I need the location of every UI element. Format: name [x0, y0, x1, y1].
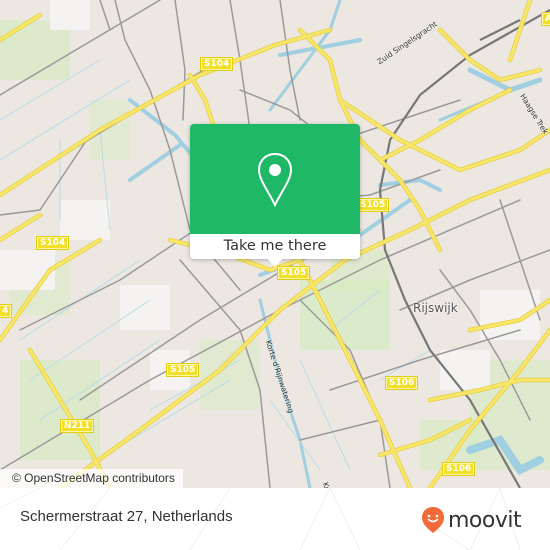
road-shield-s105: S105: [166, 363, 200, 377]
location-pin-icon: [257, 152, 293, 208]
road-shield-a-partial: A: [541, 12, 550, 26]
road-shield-s104-partial: 4: [0, 304, 13, 318]
osm-attribution[interactable]: © OpenStreetMap contributors: [0, 469, 183, 488]
take-me-there-popup[interactable]: Take me there: [190, 124, 360, 267]
take-me-there-button[interactable]: Take me there: [190, 234, 360, 259]
road-shield-s106: S106: [442, 462, 476, 476]
road-shield-s106: S106: [385, 376, 419, 390]
popup-header[interactable]: [190, 124, 360, 234]
place-label-rijswijk: Rijswijk: [413, 301, 458, 315]
road-shield-s104: S104: [36, 236, 70, 250]
road-shield-s105: S105: [356, 198, 390, 212]
popup-pointer: [267, 258, 283, 267]
road-shield-s104: S104: [200, 57, 234, 71]
road-shield-s105: S105: [277, 266, 311, 280]
road-shield-n211: N211: [60, 419, 95, 433]
location-address: Schermerstraat 27, Netherlands: [20, 508, 233, 525]
moovit-smile-pin-icon: [422, 507, 444, 533]
moovit-logo[interactable]: moovit: [421, 506, 522, 534]
map-view[interactable]: S104 S104 4 S105 S105 S105 S106 S106 N21…: [0, 0, 550, 488]
moovit-wordmark: moovit: [448, 507, 522, 533]
